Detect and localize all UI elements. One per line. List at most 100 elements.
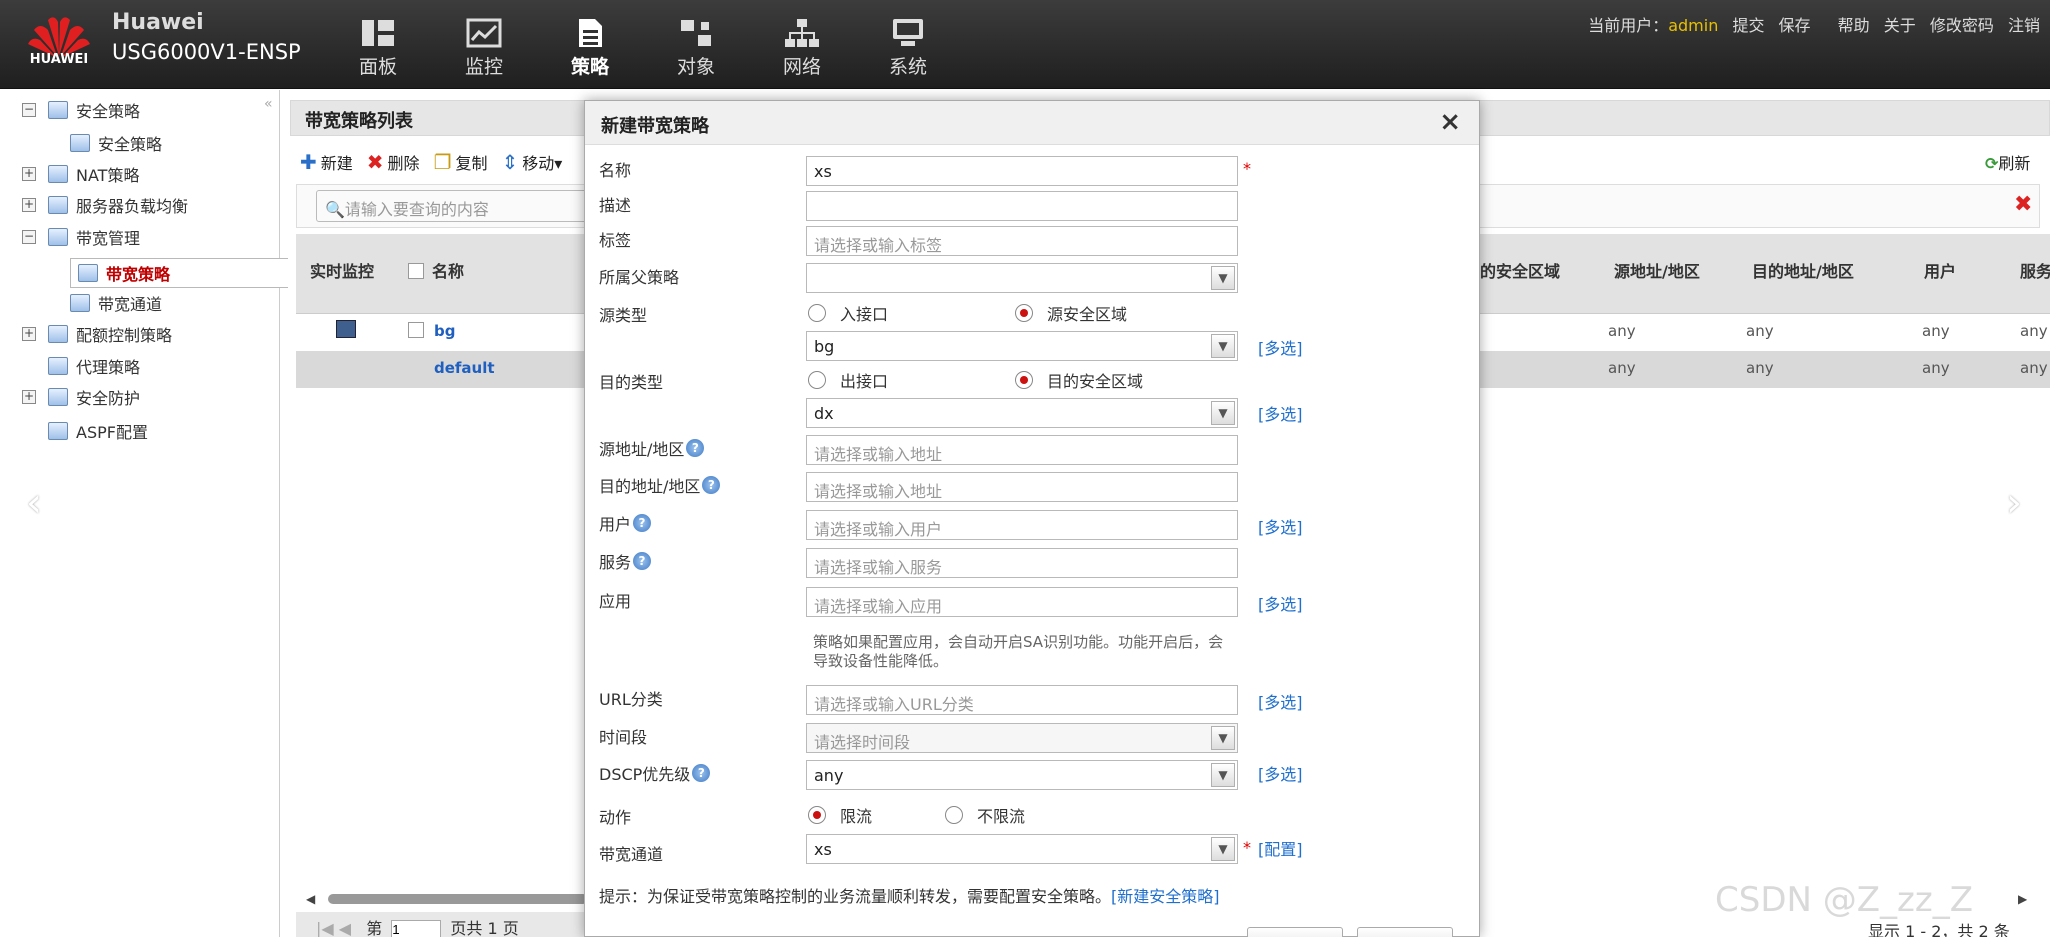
multi-select-link[interactable]: [多选]	[1258, 591, 1303, 615]
multi-select-link[interactable]: [多选]	[1258, 514, 1303, 538]
expand-toggle[interactable]: +	[22, 390, 36, 404]
chevron-down-icon[interactable]: ▼	[1211, 401, 1235, 425]
row-name-link[interactable]: default	[434, 359, 495, 377]
delete-button[interactable]: ✖ 删除	[367, 150, 420, 174]
help-icon[interactable]: ?	[702, 476, 721, 494]
first-page-icon[interactable]: |◀ ◀	[316, 919, 351, 937]
expand-toggle[interactable]: +	[22, 198, 36, 212]
chevron-down-icon[interactable]: ▼	[1211, 334, 1235, 358]
col-realtime-monitor[interactable]: 实时监控	[310, 258, 374, 282]
new-security-policy-link[interactable]: [新建安全策略]	[1111, 887, 1220, 906]
copy-button[interactable]: ❐ 复制	[434, 150, 488, 174]
clear-search-icon[interactable]: ✖	[2014, 192, 2032, 217]
scroll-thumb[interactable]	[328, 894, 588, 904]
about-link[interactable]: 关于	[1884, 16, 1916, 35]
sidebar-collapse-button[interactable]: «	[264, 96, 273, 112]
next-arrow-icon[interactable]: ›	[2006, 480, 2022, 526]
radio-button[interactable]	[808, 304, 826, 322]
tree-quota-control[interactable]: + 配额控制策略	[22, 322, 172, 346]
horizontal-scrollbar[interactable]: ◀	[306, 892, 588, 906]
chevron-down-icon[interactable]: ▼	[1211, 837, 1235, 861]
page-input[interactable]	[391, 919, 442, 937]
service-input[interactable]: 请选择或输入服务	[806, 548, 1238, 578]
parent-policy-select[interactable]: ▼	[806, 263, 1238, 293]
description-input[interactable]	[806, 191, 1238, 221]
help-icon[interactable]: ?	[633, 552, 652, 570]
multi-select-link[interactable]: [多选]	[1258, 689, 1303, 713]
help-icon[interactable]: ?	[633, 514, 652, 532]
radio-button-selected[interactable]	[1015, 371, 1033, 389]
row-checkbox[interactable]	[408, 322, 424, 338]
col-dst-addr[interactable]: 目的地址/地区	[1752, 258, 1854, 282]
cancel-button[interactable]: 取消	[1357, 927, 1453, 937]
tree-aspf-config[interactable]: ASPF配置	[48, 419, 148, 443]
move-button[interactable]: ⇕ 移动▾	[502, 150, 563, 174]
expand-toggle[interactable]: +	[22, 327, 36, 341]
radio-button-selected[interactable]	[1015, 304, 1033, 322]
col-service[interactable]: 服务	[2020, 258, 2050, 282]
multi-select-link[interactable]: [多选]	[1258, 761, 1303, 785]
nav-network[interactable]: 网络	[762, 18, 842, 79]
multi-select-link[interactable]: [多选]	[1258, 335, 1303, 359]
new-button[interactable]: ✚ 新建	[300, 150, 353, 174]
tree-proxy-policy[interactable]: 代理策略	[48, 354, 140, 378]
radio-rate-limit[interactable]: 限流	[808, 803, 872, 827]
url-category-input[interactable]: 请选择或输入URL分类	[806, 685, 1238, 715]
change-password-link[interactable]: 修改密码	[1930, 16, 1994, 35]
chevron-down-icon[interactable]: ▼	[1211, 726, 1235, 750]
collapse-toggle[interactable]: −	[22, 103, 36, 117]
tree-security-policy-group[interactable]: − 安全策略	[22, 98, 140, 122]
scroll-left-icon[interactable]: ◀	[306, 892, 315, 906]
dest-address-input[interactable]: 请选择或输入地址	[806, 472, 1238, 502]
help-icon[interactable]: ?	[686, 439, 705, 457]
scroll-right-icon[interactable]: ▶	[2018, 892, 2027, 906]
radio-dest-zone[interactable]: 目的安全区域	[1015, 368, 1143, 392]
radio-button-selected[interactable]	[808, 806, 826, 824]
tag-input[interactable]: 请选择或输入标签	[806, 226, 1238, 256]
nav-system[interactable]: 系统	[868, 18, 948, 79]
tree-security-policy[interactable]: 安全策略	[70, 131, 162, 155]
bandwidth-channel-select[interactable]: xs ▼	[806, 834, 1238, 864]
tree-bandwidth-channel[interactable]: 带宽通道	[70, 291, 162, 315]
logout-link[interactable]: 注销	[2008, 16, 2040, 35]
nav-policy[interactable]: 策略	[550, 18, 630, 79]
prev-arrow-icon[interactable]: ‹	[26, 480, 42, 526]
multi-select-link[interactable]: [多选]	[1258, 401, 1303, 425]
tree-bandwidth-management[interactable]: − 带宽管理	[22, 225, 140, 249]
col-name[interactable]: 名称	[408, 258, 464, 282]
radio-ingress-interface[interactable]: 入接口	[808, 301, 888, 325]
col-dst-zone[interactable]: 的安全区域	[1480, 258, 1560, 282]
chevron-down-icon[interactable]: ▼	[1211, 266, 1235, 290]
commit-link[interactable]: 提交	[1732, 16, 1764, 35]
time-range-select[interactable]: 请选择时间段 ▼	[806, 723, 1238, 753]
radio-button[interactable]	[808, 371, 826, 389]
configure-channel-link[interactable]: [配置]	[1258, 836, 1303, 860]
monitor-icon[interactable]	[336, 320, 356, 338]
nav-object[interactable]: 对象	[656, 18, 736, 79]
nav-dashboard[interactable]: 面板	[338, 18, 418, 79]
radio-button[interactable]	[945, 806, 963, 824]
expand-toggle[interactable]: +	[22, 167, 36, 181]
row-name-link[interactable]: bg	[434, 322, 455, 340]
ok-button[interactable]: 确定	[1247, 927, 1343, 937]
select-all-checkbox[interactable]	[408, 263, 424, 279]
help-link[interactable]: 帮助	[1838, 16, 1870, 35]
col-src-addr[interactable]: 源地址/地区	[1614, 258, 1700, 282]
source-zone-select[interactable]: bg ▼	[806, 331, 1238, 361]
user-input[interactable]: 请选择或输入用户	[806, 510, 1238, 540]
dest-zone-select[interactable]: dx ▼	[806, 398, 1238, 428]
collapse-toggle[interactable]: −	[22, 230, 36, 244]
tree-security-protection[interactable]: + 安全防护	[22, 385, 140, 409]
refresh-button[interactable]: ⟳刷新	[1985, 150, 2030, 174]
application-input[interactable]: 请选择或输入应用	[806, 587, 1238, 617]
dscp-select[interactable]: any ▼	[806, 760, 1238, 790]
col-user[interactable]: 用户	[1924, 258, 1956, 282]
save-link[interactable]: 保存	[1779, 16, 1811, 35]
help-icon[interactable]: ?	[692, 764, 711, 782]
search-input[interactable]: 🔍请输入要查询的内容	[316, 190, 596, 222]
close-icon[interactable]: ×	[1439, 107, 1461, 137]
name-input[interactable]: xs	[806, 156, 1238, 186]
radio-no-rate-limit[interactable]: 不限流	[945, 803, 1025, 827]
radio-egress-interface[interactable]: 出接口	[808, 368, 888, 392]
chevron-down-icon[interactable]: ▼	[1211, 763, 1235, 787]
